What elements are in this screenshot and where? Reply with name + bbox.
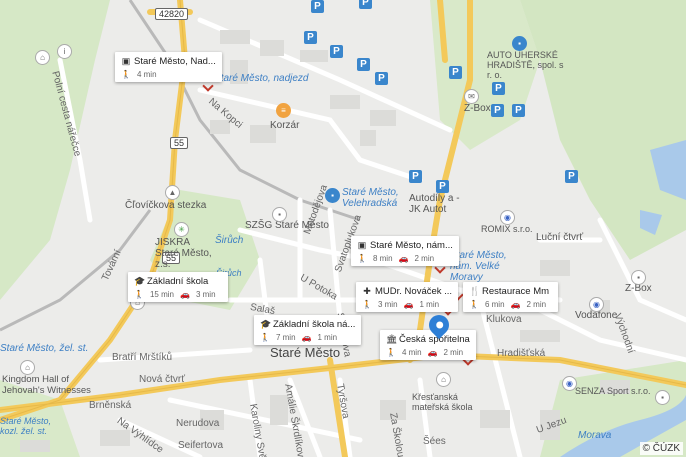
- walk-icon: 🚶: [386, 348, 396, 357]
- restaurant-poi-icon[interactable]: ≡: [276, 103, 291, 118]
- walk-icon: 🚶: [260, 333, 270, 342]
- car-icon: 🚗: [510, 300, 521, 309]
- bus-icon: ▣: [121, 56, 131, 66]
- street-brnenska: Brněnská: [89, 400, 132, 411]
- medical-icon: ✚: [363, 286, 371, 296]
- street-klukova: Klukova: [486, 314, 522, 325]
- car-icon: 🚗: [301, 333, 312, 342]
- poi-house-icon[interactable]: ⌂: [35, 50, 50, 65]
- poi-label-zbox-north[interactable]: Z-Box: [464, 103, 491, 114]
- stop-label-nam-velke-moravy[interactable]: Staré Město, nám. Velké Moravy: [450, 250, 520, 283]
- parking-icon[interactable]: P: [565, 170, 578, 183]
- school-icon: 🎓: [260, 319, 272, 329]
- map-copyright[interactable]: © ČÚZK: [639, 442, 683, 455]
- monument-icon[interactable]: ▲: [165, 185, 180, 200]
- road-shield-42820: 42820: [155, 8, 189, 20]
- water-label-sirjuch: Širůch: [215, 235, 244, 246]
- map-canvas[interactable]: 42820 55 55 Staré Město, nadjezd Na Kopc…: [0, 0, 686, 457]
- school-poi-icon[interactable]: ▪: [272, 207, 287, 222]
- street-nerudova: Nerudova: [176, 418, 220, 429]
- stop-label-kozl[interactable]: Staré Město, kozl. žel. st.: [0, 416, 55, 436]
- stop-label-nadjezd[interactable]: Staré Město, nadjezd: [214, 73, 309, 84]
- restaurant-icon: 🍴: [469, 286, 481, 296]
- poi-label-auto-uherske[interactable]: AUTO UHERSKÉ HRADIŠTĚ, spol. s r. o.: [487, 50, 567, 80]
- place-card-stare-mesto-nad[interactable]: ▣ Staré Město, Nad... 🚶 4 min: [115, 52, 222, 82]
- town-label-stare-mesto: Staré Město: [270, 345, 341, 360]
- info-icon[interactable]: i: [57, 44, 72, 59]
- area-label-lucni-ctvrt: Luční čtvrť: [536, 232, 584, 243]
- walk-icon: 🚶: [121, 70, 131, 79]
- walk-icon: 🚶: [362, 300, 372, 309]
- poi-label-autodily[interactable]: Autodíly a - JK Autot: [409, 193, 464, 215]
- road-shield-55: 55: [170, 137, 189, 149]
- street-seifertova: Seifertova: [178, 440, 224, 451]
- shop-bag-icon[interactable]: ▪: [655, 390, 670, 405]
- car-icon: 🚗: [179, 290, 190, 299]
- school-icon: 🎓: [134, 276, 146, 286]
- parking-icon[interactable]: P: [409, 170, 422, 183]
- street-nova-ctvrt: Nová čtvrť: [139, 374, 185, 385]
- shop-icon[interactable]: ◉: [589, 297, 604, 312]
- kindergarten-icon[interactable]: ⌂: [436, 372, 451, 387]
- car-icon: 🚗: [398, 254, 409, 263]
- poi-label-jiskra[interactable]: JISKRA Staré Město, z.s.: [155, 237, 215, 270]
- parking-icon[interactable]: P: [436, 180, 449, 193]
- shop-icon[interactable]: ◉: [562, 376, 577, 391]
- bus-stop-icon[interactable]: ▪: [512, 36, 527, 51]
- parking-icon[interactable]: P: [492, 82, 505, 95]
- parking-icon[interactable]: P: [512, 104, 525, 117]
- car-icon: 🚗: [427, 348, 438, 357]
- parking-icon[interactable]: P: [449, 66, 462, 79]
- street-hradistska: Hradišťská: [497, 348, 546, 359]
- poi-label-romix[interactable]: ROMIX s.r.o.: [481, 224, 533, 234]
- place-card-ceska-sporitelna[interactable]: 🏛 Česká spořitelna 🚶 4 min 🚗 2 min: [380, 330, 476, 360]
- parking-icon[interactable]: P: [311, 0, 324, 13]
- street-bratri-mrstiku: Bratří Mrštíků: [112, 352, 173, 363]
- mail-icon[interactable]: ✉: [464, 89, 479, 104]
- stop-label-zel-st[interactable]: Staré Město, žel. st.: [0, 343, 88, 354]
- parking-icon[interactable]: P: [491, 104, 504, 117]
- poi-label-kingdom-hall[interactable]: Kingdom Hall of Jehovah's Witnesses: [2, 374, 92, 396]
- bank-icon: 🏛: [386, 334, 398, 344]
- place-card-stare-mesto-nam[interactable]: ▣ Staré Město, nám... 🚶 8 min 🚗 2 min: [351, 236, 459, 266]
- shop-icon[interactable]: ◉: [500, 210, 515, 225]
- bus-icon: ▣: [357, 240, 367, 250]
- river-label-morava: Morava: [578, 430, 612, 441]
- place-card-mudr-novacek[interactable]: ✚ MUDr. Nováček ... 🚶 3 min 🚗 1 min: [356, 282, 459, 312]
- stop-label-velehradska[interactable]: Staré Město, Velehradská: [342, 187, 402, 209]
- parking-icon[interactable]: P: [359, 0, 372, 9]
- street-sees: Šées: [423, 436, 446, 447]
- church-icon[interactable]: ⌂: [20, 360, 35, 375]
- car-icon: 🚗: [403, 300, 414, 309]
- poi-label-clovickova: Čľovíčkova stezka: [125, 200, 207, 211]
- walk-icon: 🚶: [469, 300, 479, 309]
- parking-icon[interactable]: P: [357, 58, 370, 71]
- walk-icon: 🚶: [357, 254, 367, 263]
- walk-icon: 🚶: [134, 290, 144, 299]
- parking-icon[interactable]: P: [375, 72, 388, 85]
- poi-label-korzar[interactable]: Korzár: [270, 120, 299, 131]
- poi-label-krestanska[interactable]: Křesťanská mateřská škola: [412, 392, 482, 412]
- place-card-zakladni-skola-nam[interactable]: 🎓 Základní škola ná... 🚶 7 min 🚗 1 min: [254, 315, 362, 345]
- place-card-zakladni-skola[interactable]: 🎓 Základní škola 🚶 15 min 🚗 3 min: [128, 272, 228, 302]
- place-card-restaurace-mm[interactable]: 🍴 Restaurace Mm 🚶 6 min 🚗 2 min: [463, 282, 559, 312]
- bus-stop-icon[interactable]: ▪: [325, 188, 340, 203]
- parking-icon[interactable]: P: [330, 45, 343, 58]
- parking-icon[interactable]: P: [304, 31, 317, 44]
- sport-icon[interactable]: ✳: [174, 222, 189, 237]
- poi-label-senza[interactable]: SENZA Sport s.r.o.: [575, 386, 651, 396]
- shop-bag-icon[interactable]: ▪: [631, 270, 646, 285]
